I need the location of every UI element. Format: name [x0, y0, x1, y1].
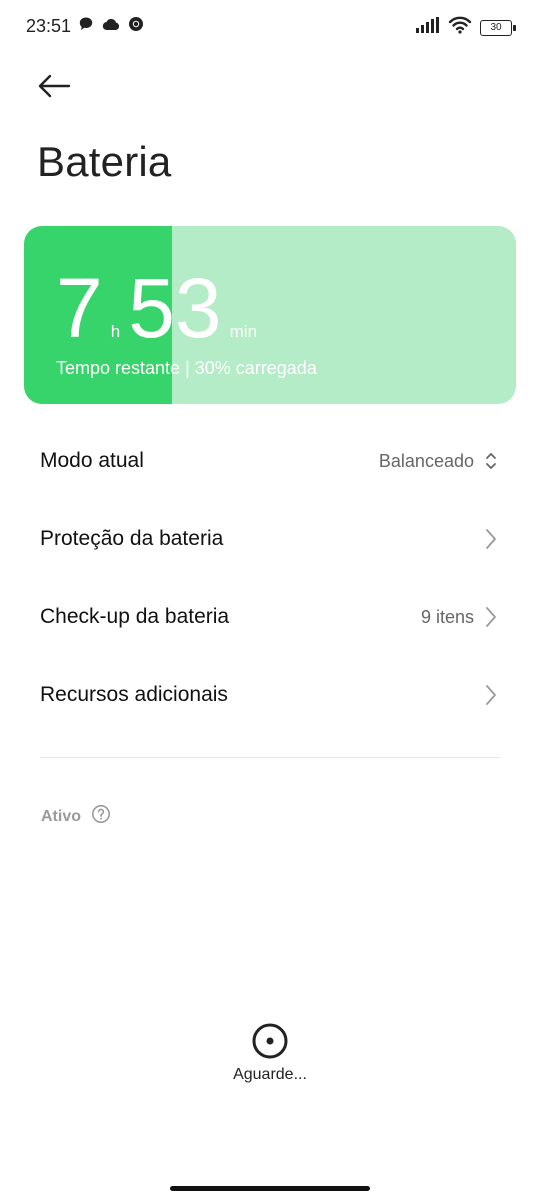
list-item-additional-features[interactable]: Recursos adicionais — [0, 656, 540, 734]
status-system-icons: 30 — [416, 16, 516, 39]
status-time: 23:51 — [26, 16, 72, 36]
cloud-icon — [102, 17, 120, 36]
battery-screen: 23:51 30 Bateria 7 h 53 min Tempo restan… — [0, 0, 540, 1200]
help-circle-icon[interactable] — [91, 804, 111, 829]
wifi-icon — [448, 16, 472, 39]
updown-chevron-icon — [482, 450, 500, 472]
remaining-hours: 7 — [56, 261, 103, 355]
minutes-unit: min — [229, 322, 258, 341]
battery-icon: 30 — [480, 19, 516, 36]
loading-text: Aguarde... — [233, 1066, 307, 1083]
chat-icon — [78, 16, 94, 37]
page-title: Bateria — [37, 138, 172, 185]
status-bar: 23:51 30 — [0, 0, 540, 56]
loading-indicator: Aguarde... — [0, 1022, 540, 1084]
remaining-time: 7 h 53 min — [56, 266, 265, 350]
list-item-battery-protection[interactable]: Proteção da bateria — [0, 500, 540, 578]
list-item-battery-checkup[interactable]: Check-up da bateria 9 itens — [0, 578, 540, 656]
battery-settings-list: Modo atual Balanceado Proteção da bateri… — [0, 422, 540, 734]
battery-level-text: 30 — [490, 22, 502, 33]
back-arrow-icon — [38, 74, 71, 98]
chevron-right-icon — [482, 528, 500, 550]
divider — [40, 757, 500, 758]
remaining-minutes: 53 — [128, 261, 222, 355]
active-section-header: Ativo — [41, 804, 111, 829]
signal-icon — [416, 17, 440, 38]
home-indicator[interactable] — [170, 1186, 370, 1191]
chevron-right-icon — [482, 606, 500, 628]
chrome-icon — [128, 16, 144, 37]
list-item-value: 9 itens — [420, 606, 474, 627]
loading-spinner-icon — [252, 1023, 288, 1059]
list-item-label: Check-up da bateria — [40, 605, 230, 628]
chevron-right-icon — [482, 684, 500, 706]
list-item-value: Balanceado — [378, 450, 474, 471]
hours-unit: h — [110, 322, 121, 341]
battery-status-card[interactable]: 7 h 53 min Tempo restante | 30% carregad… — [24, 226, 516, 404]
list-item-label: Recursos adicionais — [40, 683, 228, 706]
status-notification-icons — [78, 16, 144, 37]
section-title: Ativo — [41, 807, 81, 825]
list-item-label: Modo atual — [40, 449, 144, 472]
list-item-label: Proteção da bateria — [40, 527, 224, 550]
back-button[interactable] — [32, 66, 76, 106]
list-item-current-mode[interactable]: Modo atual Balanceado — [0, 422, 540, 500]
battery-subtitle: Tempo restante | 30% carregada — [56, 358, 317, 378]
